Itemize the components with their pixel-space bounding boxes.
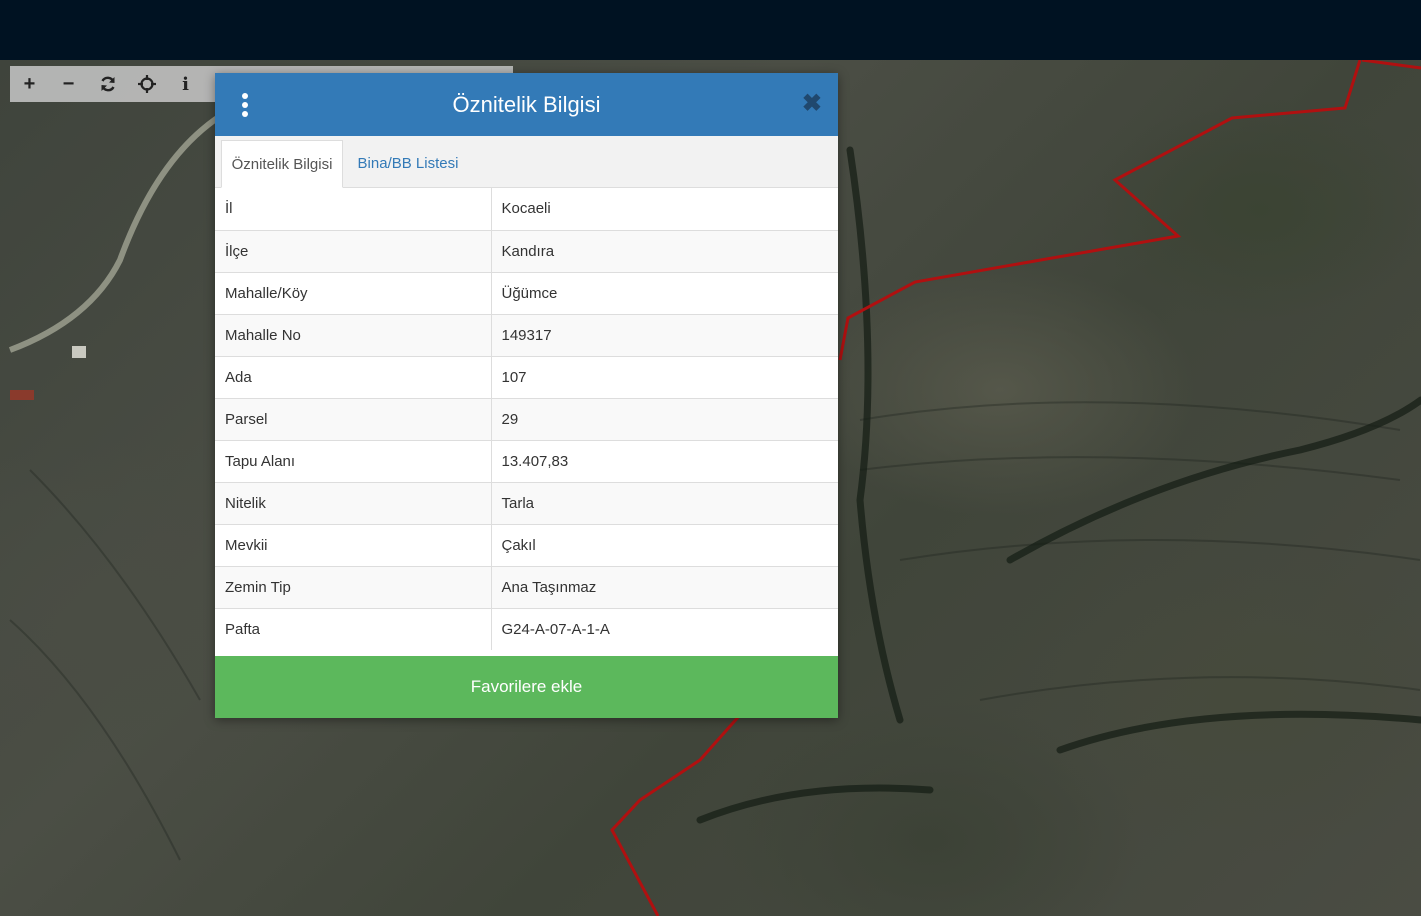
attribute-value: 107: [491, 355, 838, 398]
tab-building-list[interactable]: Bina/BB Listesi: [347, 140, 469, 187]
refresh-button[interactable]: [88, 66, 127, 102]
table-row: Mahalle/Köy Üğümce: [215, 271, 838, 314]
dialog-header: Öznitelik Bilgisi ✖: [215, 73, 838, 136]
zoom-out-button[interactable]: −: [49, 66, 88, 102]
minus-icon: −: [62, 72, 75, 95]
attribute-value: Çakıl: [491, 523, 838, 566]
roof-marker: [10, 390, 34, 400]
table-row: Pafta G24-A-07-A-1-A: [215, 607, 838, 650]
refresh-icon: [100, 76, 115, 92]
attribute-key: Zemin Tip: [215, 565, 492, 608]
attribute-value: Tarla: [491, 481, 838, 524]
attribute-value: Ana Taşınmaz: [491, 565, 838, 608]
attribute-value: 29: [491, 397, 838, 440]
attribute-key: Mevkii: [215, 523, 492, 566]
table-row: Mevkii Çakıl: [215, 523, 838, 566]
top-bar: [0, 0, 1421, 60]
attribute-key: Mahalle No: [215, 313, 492, 356]
attribute-value: Kandıra: [491, 229, 838, 272]
attribute-value: Üğümce: [491, 271, 838, 314]
building-marker: [72, 346, 86, 358]
attribute-key: Pafta: [215, 607, 492, 650]
info-icon: i: [182, 73, 189, 95]
attribute-value: 149317: [491, 313, 838, 356]
attribute-key: Ada: [215, 355, 492, 398]
attribute-value: Kocaeli: [501, 200, 551, 218]
attribute-value: G24-A-07-A-1-A: [491, 607, 838, 650]
road-line: [8, 107, 232, 353]
table-row: Mahalle No 149317: [215, 313, 838, 356]
table-row: Zemin Tip Ana Taşınmaz: [215, 565, 838, 608]
attribute-key: İlçe: [215, 229, 492, 272]
attribute-key: İl: [215, 188, 492, 230]
table-row: Tapu Alanı 13.407,83: [215, 439, 838, 482]
table-row: Nitelik Tarla: [215, 481, 838, 524]
table-row: İl Kocaeli: [215, 188, 838, 230]
table-row: Ada 107: [215, 355, 838, 398]
attribute-key: Parsel: [215, 397, 492, 440]
table-row: Parsel 29: [215, 397, 838, 440]
dialog-title: Öznitelik Bilgisi: [452, 91, 601, 117]
attribute-table: İl Kocaeli İlçe Kandıra Mahalle/Köy Üğümce Mah…: [215, 188, 838, 650]
zoom-in-button[interactable]: +: [10, 66, 49, 102]
attribute-key: Tapu Alanı: [215, 439, 492, 482]
close-icon[interactable]: ✖: [802, 92, 822, 116]
locate-button[interactable]: [127, 66, 166, 102]
crosshair-icon: [137, 75, 156, 93]
more-options-icon[interactable]: [241, 93, 249, 117]
attribute-key: Mahalle/Köy: [215, 271, 492, 314]
attribute-value: 13.407,83: [491, 439, 838, 482]
attribute-key: Nitelik: [215, 481, 492, 524]
table-row: İlçe Kandıra: [215, 229, 838, 272]
add-favorite-button[interactable]: Favorilere ekle: [215, 656, 838, 718]
dialog-tabs: Öznitelik Bilgisi Bina/BB Listesi: [215, 136, 838, 188]
attribute-dialog: Öznitelik Bilgisi ✖ Öznitelik Bilgisi Bi…: [215, 73, 838, 718]
info-button[interactable]: i: [166, 66, 205, 102]
tab-attribute-info[interactable]: Öznitelik Bilgisi: [221, 140, 343, 188]
plus-icon: +: [23, 72, 36, 95]
